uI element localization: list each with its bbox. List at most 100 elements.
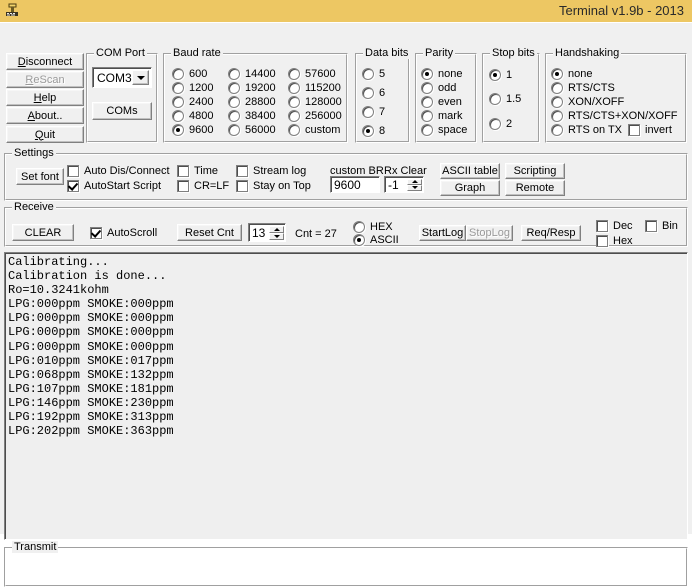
chevron-down-icon[interactable]: [132, 70, 149, 85]
remote-button[interactable]: Remote: [505, 180, 565, 196]
help-button[interactable]: Help: [6, 89, 84, 106]
window-titlebar[interactable]: Terminal v1.9b - 2013: [0, 0, 692, 22]
stop-bits-1-5[interactable]: 1.5: [489, 93, 521, 105]
terminal-output[interactable]: Calibrating... Calibration is done... Ro…: [4, 252, 688, 540]
handshaking-rts-cts-xon-xoff[interactable]: RTS/CTS+XON/XOFF: [551, 110, 678, 122]
cr-lf-checkbox[interactable]: CR=LF: [177, 180, 229, 192]
data-bits-6[interactable]: 6: [362, 87, 385, 99]
radio-icon: [172, 124, 184, 136]
stay-on-top-checkbox[interactable]: Stay on Top: [236, 180, 311, 192]
cr-lf-label: CR=LF: [194, 180, 230, 192]
autoscroll-checkbox[interactable]: AutoScroll: [90, 227, 157, 239]
handshaking-rts-cts-label: RTS/CTS: [568, 82, 615, 94]
stoplog-button: StopLog: [466, 225, 513, 241]
baud-57600[interactable]: 57600: [288, 68, 336, 80]
auto-dis-connect-checkbox[interactable]: Auto Dis/Connect: [67, 165, 170, 177]
rx-clear-spinner[interactable]: -1: [384, 176, 424, 193]
custom-br-input[interactable]: 9600: [330, 176, 380, 193]
baud-28800-label: 28800: [245, 96, 276, 108]
ascii-table-button[interactable]: ASCII table: [440, 163, 500, 179]
quit-button[interactable]: Quit: [6, 126, 84, 143]
baud-28800[interactable]: 28800: [228, 96, 276, 108]
set-font-button[interactable]: Set font: [16, 168, 64, 185]
stop-bits-2[interactable]: 2: [489, 118, 512, 130]
baud-56000[interactable]: 56000: [228, 124, 276, 136]
about-button[interactable]: About..: [6, 107, 84, 124]
parity-none[interactable]: none: [421, 68, 462, 80]
parity-space[interactable]: space: [421, 124, 467, 136]
data-bits-7-label: 7: [379, 106, 386, 118]
parity-space-label: space: [438, 124, 468, 136]
baud-115200[interactable]: 115200: [288, 82, 341, 94]
baud-2400[interactable]: 2400: [172, 96, 213, 108]
format-hex-radio[interactable]: HEX: [353, 221, 393, 233]
cnt-spinner[interactable]: 13: [248, 223, 286, 242]
baud-600[interactable]: 600: [172, 68, 207, 80]
spin-up-icon[interactable]: [269, 225, 284, 233]
scripting-button[interactable]: Scripting: [505, 163, 565, 179]
baud-256000[interactable]: 256000: [288, 110, 342, 122]
baud-custom[interactable]: custom: [288, 124, 340, 136]
baud-14400[interactable]: 14400: [228, 68, 276, 80]
handshaking-none-label: none: [568, 68, 593, 80]
spin-down-icon[interactable]: [407, 184, 422, 191]
dec-checkbox[interactable]: Dec: [596, 220, 633, 232]
autostart-script-checkbox[interactable]: AutoStart Script: [67, 180, 161, 192]
radio-icon: [421, 124, 433, 136]
coms-button[interactable]: COMs: [92, 102, 152, 120]
handshaking-rts-on-tx-label: RTS on TX: [568, 124, 623, 136]
disconnect-button[interactable]: Disconnect: [6, 53, 84, 70]
handshaking-rts-cts-xon-xoff-label: RTS/CTS+XON/XOFF: [568, 110, 678, 122]
scripting-label: Scripting: [513, 165, 557, 177]
format-ascii-radio[interactable]: ASCII: [353, 234, 399, 246]
baud-1200[interactable]: 1200: [172, 82, 213, 94]
terminal-icon: [3, 2, 21, 20]
clear-button[interactable]: CLEAR: [12, 224, 74, 241]
rx-clear-spin-buttons[interactable]: [407, 178, 422, 191]
baud-9600[interactable]: 9600: [172, 124, 213, 136]
time-checkbox[interactable]: Time: [177, 165, 218, 177]
data-bits-8[interactable]: 8: [362, 125, 385, 137]
output-line: LPG:000ppm SMOKE:000ppm: [8, 339, 174, 354]
com-port-select[interactable]: COM3: [92, 67, 152, 88]
disconnect-label-rest: isconnect: [25, 55, 73, 68]
baud-4800[interactable]: 4800: [172, 110, 213, 122]
req-resp-button[interactable]: Req/Resp: [521, 225, 581, 241]
output-line: LPG:000ppm SMOKE:000ppm: [8, 325, 174, 340]
stop-bits-1-5-label: 1.5: [506, 93, 522, 105]
custom-br-value: 9600: [334, 177, 361, 192]
radio-icon: [489, 93, 501, 105]
checkbox-icon: [628, 124, 640, 136]
graph-button[interactable]: Graph: [440, 180, 500, 196]
startlog-button[interactable]: StartLog: [419, 225, 466, 241]
handshaking-none[interactable]: none: [551, 68, 592, 80]
baud-4800-label: 4800: [189, 110, 214, 122]
reset-cnt-button[interactable]: Reset Cnt: [177, 224, 242, 241]
handshaking-rts-cts[interactable]: RTS/CTS: [551, 82, 615, 94]
stream-log-checkbox[interactable]: Stream log: [236, 165, 306, 177]
help-accel: H: [33, 91, 42, 104]
data-bits-7[interactable]: 7: [362, 106, 385, 118]
settings-legend: Settings: [12, 147, 56, 159]
handshaking-rts-on-tx[interactable]: RTS on TX: [551, 124, 622, 136]
radio-icon: [172, 110, 184, 122]
stop-bits-legend: Stop bits: [490, 47, 537, 59]
parity-even[interactable]: even: [421, 96, 462, 108]
cnt-spin-buttons[interactable]: [269, 225, 284, 240]
handshaking-xon-xoff[interactable]: XON/XOFF: [551, 96, 624, 108]
data-bits-legend: Data bits: [363, 47, 411, 59]
parity-mark[interactable]: mark: [421, 110, 462, 122]
stop-bits-1[interactable]: 1: [489, 69, 512, 81]
spin-down-icon[interactable]: [269, 232, 284, 240]
baud-19200[interactable]: 19200: [228, 82, 276, 94]
checkbox-icon: [645, 220, 657, 232]
baud-38400[interactable]: 38400: [228, 110, 276, 122]
parity-odd[interactable]: odd: [421, 82, 456, 94]
hex-checkbox[interactable]: Hex: [596, 235, 633, 247]
data-bits-5[interactable]: 5: [362, 68, 385, 80]
handshaking-invert-checkbox[interactable]: invert: [628, 124, 672, 136]
dec-label: Dec: [613, 220, 633, 232]
bin-checkbox[interactable]: Bin: [645, 220, 678, 232]
checkbox-icon: [177, 180, 189, 192]
baud-128000[interactable]: 128000: [288, 96, 342, 108]
